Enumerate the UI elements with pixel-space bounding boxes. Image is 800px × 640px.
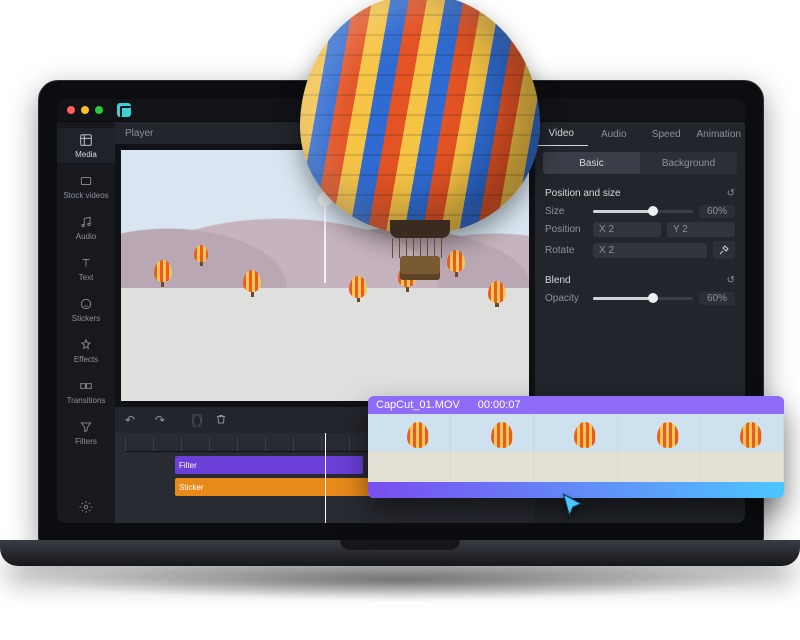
sidebar-item-stock-videos[interactable]: Stock videos	[57, 169, 115, 204]
sidebar-item-settings[interactable]	[57, 495, 115, 523]
clip-filename: CapCut_01.MOV	[376, 399, 460, 411]
tab-video[interactable]: Video	[535, 122, 588, 146]
audio-icon	[78, 214, 94, 230]
section-position-size: Position and size ↺ Size 60% Position	[535, 180, 745, 267]
sidebar-item-label: Effects	[74, 355, 98, 364]
sidebar-item-label: Filters	[75, 437, 97, 446]
delete-button[interactable]	[215, 413, 229, 428]
subtab-basic[interactable]: Basic	[543, 152, 640, 174]
redo-button[interactable]: ↷	[155, 413, 169, 427]
opacity-label: Opacity	[545, 293, 587, 304]
stock-icon	[78, 173, 94, 189]
size-label: Size	[545, 206, 587, 217]
tab-speed[interactable]: Speed	[640, 122, 693, 146]
player-header: Player	[115, 122, 535, 144]
opacity-slider[interactable]	[593, 297, 693, 300]
rotate-label: Rotate	[545, 245, 587, 256]
split-button[interactable]: 〖〗	[185, 412, 199, 429]
sidebar-item-filters[interactable]: Filters	[57, 415, 115, 450]
position-y-input[interactable]: Y 2	[667, 222, 735, 237]
clip-popout-header: CapCut_01.MOV 00:00:07	[368, 396, 784, 414]
inspector-subtabs: Basic Background	[543, 152, 737, 174]
clip-filmstrip[interactable]	[368, 414, 784, 482]
sidebar-item-media[interactable]: Media	[57, 128, 115, 163]
window-minimize-button[interactable]	[81, 106, 89, 114]
clip-popout[interactable]: CapCut_01.MOV 00:00:07	[368, 396, 784, 498]
effects-icon	[78, 337, 94, 353]
position-label: Position	[545, 224, 587, 235]
app-logo-icon	[117, 103, 131, 117]
transitions-icon	[78, 378, 94, 394]
cursor-icon	[560, 492, 588, 520]
position-x-input[interactable]: X 2	[593, 222, 661, 237]
sidebar-item-label: Media	[75, 150, 97, 159]
sidebar-item-label: Audio	[76, 232, 96, 241]
inspector-tabs: Video Audio Speed Animation	[535, 122, 745, 146]
reset-position-button[interactable]: ↺	[727, 188, 735, 199]
tab-animation[interactable]: Animation	[693, 122, 746, 146]
sidebar-item-audio[interactable]: Audio	[57, 210, 115, 245]
sidebar-item-transitions[interactable]: Transitions	[57, 374, 115, 409]
playhead[interactable]	[325, 433, 326, 523]
sidebar-item-label: Text	[79, 273, 94, 282]
window-titlebar	[57, 99, 745, 122]
sidebar: Media Stock videos Audio Text	[57, 122, 115, 523]
stickers-icon	[78, 296, 94, 312]
section-blend: Blend ↺ Opacity 60%	[535, 267, 745, 313]
section-title: Position and size	[545, 188, 621, 199]
section-title: Blend	[545, 275, 571, 286]
clip-filter[interactable]: Filter	[175, 456, 363, 474]
subtab-background[interactable]: Background	[640, 152, 737, 174]
eyedropper-button[interactable]	[713, 241, 735, 259]
size-value: 60%	[699, 205, 735, 218]
video-frame	[121, 150, 529, 401]
rotate-x-input[interactable]: X 2	[593, 243, 707, 258]
size-slider[interactable]	[593, 210, 693, 213]
sidebar-item-text[interactable]: Text	[57, 251, 115, 286]
sidebar-item-effects[interactable]: Effects	[57, 333, 115, 368]
gear-icon	[78, 499, 94, 515]
undo-button[interactable]: ↶	[125, 413, 139, 427]
sidebar-item-label: Stickers	[72, 314, 100, 323]
player-viewport[interactable]	[115, 144, 535, 407]
sidebar-item-stickers[interactable]: Stickers	[57, 292, 115, 327]
opacity-value: 60%	[699, 292, 735, 305]
media-icon	[78, 132, 94, 148]
sidebar-item-label: Transitions	[67, 396, 106, 405]
clip-timestamp: 00:00:07	[478, 399, 521, 411]
window-zoom-button[interactable]	[95, 106, 103, 114]
reset-blend-button[interactable]: ↺	[727, 275, 735, 286]
filters-icon	[78, 419, 94, 435]
text-icon	[78, 255, 94, 271]
window-close-button[interactable]	[67, 106, 75, 114]
playhead-marker-icon[interactable]	[324, 198, 326, 283]
player-title: Player	[125, 128, 153, 139]
sidebar-item-label: Stock videos	[63, 191, 108, 200]
tab-audio[interactable]: Audio	[588, 122, 641, 146]
